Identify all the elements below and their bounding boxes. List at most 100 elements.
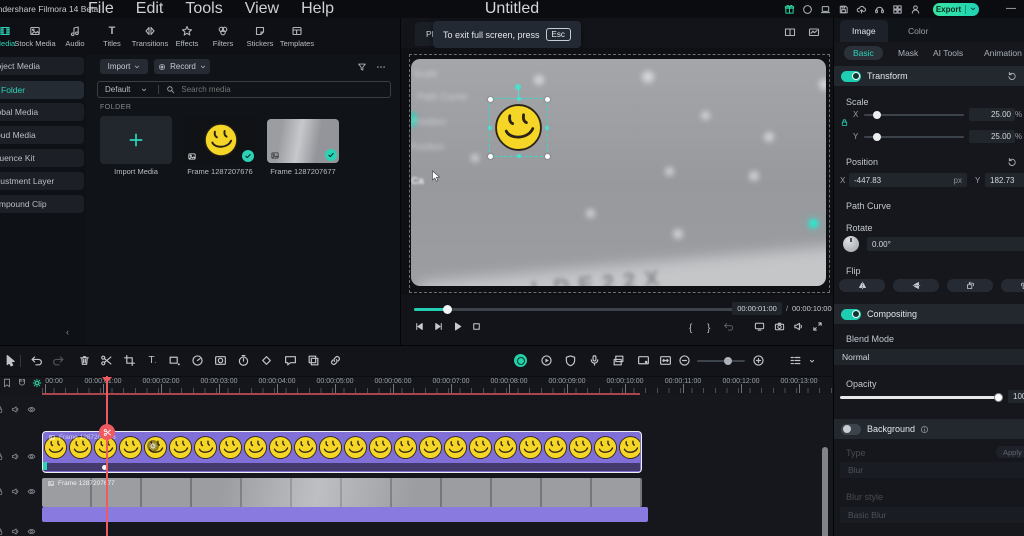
scale-x-slider[interactable] [864,111,964,119]
path-curve-label[interactable]: Path Curve [846,201,891,211]
rotate-dial[interactable] [843,236,859,252]
save-icon[interactable] [838,4,849,15]
track-lock-icon[interactable] [0,405,4,414]
selection-handle-mid[interactable] [488,125,492,130]
compositing-toggle[interactable] [841,308,861,320]
shape-tool-icon[interactable] [168,354,181,367]
marker-icon[interactable] [2,378,12,388]
sidebar-item-folder[interactable]: Folder [0,81,84,99]
track-mute-icon[interactable] [11,405,20,414]
sidebar-item-global-media[interactable]: Global Media [0,103,84,121]
minimize-button[interactable]: — [1006,3,1016,14]
play-preview-icon[interactable] [540,354,553,367]
track-visibility-icon[interactable] [27,452,36,461]
sidebar-item-cloud-media[interactable]: Cloud Media [0,126,84,144]
fullscreen-icon[interactable] [812,321,823,332]
track-manager-icon[interactable] [789,354,802,367]
transform-toggle[interactable] [841,70,861,82]
sidebar-item-influence-kit[interactable]: Influence Kit [0,149,84,167]
video-clip[interactable]: Frame 1287207677 [42,478,642,507]
record-button[interactable]: Record [154,59,210,74]
export-button[interactable]: Export [933,2,979,16]
import-button[interactable]: Import [100,59,148,74]
subtab-animation[interactable]: Animation [984,48,1022,58]
opacity-knob[interactable] [994,393,1003,402]
track-mute-icon[interactable] [11,527,20,536]
link-icon[interactable] [329,354,342,367]
voiceover-mic-icon[interactable] [588,354,601,367]
render-green-icon[interactable] [32,378,42,388]
opacity-value[interactable]: 100 [1008,390,1024,403]
media-tile-frame-1287207676[interactable] [184,116,256,164]
playhead-marker[interactable] [102,377,112,383]
cloud-upload-icon[interactable] [856,4,867,15]
rotate-input[interactable]: 0.00° [867,237,1024,251]
flip-vertical-button[interactable] [893,279,939,292]
redo-icon[interactable] [52,354,65,367]
select-tool-icon[interactable] [4,354,17,367]
search-input[interactable] [179,84,364,95]
seek-knob[interactable] [443,304,452,314]
tab-templates[interactable]: Templates [270,21,324,52]
selection-handle-corner[interactable] [487,96,493,102]
mute-icon[interactable] [793,321,804,332]
track-mute-icon[interactable] [11,452,20,461]
subtab-basic[interactable]: Basic [844,46,883,60]
selection-handle-mid[interactable] [516,154,521,158]
timeline-ruler[interactable]: 00:00 00:00:01:00 00:00:02:00 00:00:03:00 00… [0,376,833,395]
sidebar-item-adjustment-layer[interactable]: Adjustment Layer [0,172,84,190]
zoom-in-icon[interactable] [752,354,765,367]
fit-timeline-icon[interactable] [659,354,672,367]
flip-horizontal-button[interactable] [839,279,885,292]
subtab-mask[interactable]: Mask [898,48,918,58]
speed-icon[interactable] [191,354,204,367]
background-type-dropdown[interactable]: Blur [840,462,1024,478]
chroma-key-icon[interactable] [307,354,320,367]
track-visibility-icon[interactable] [27,405,36,414]
media-tile-import[interactable] [100,116,172,164]
rotate-cw-button[interactable] [1001,279,1024,292]
lock-icon[interactable] [840,118,849,127]
mask-tool-icon[interactable] [214,354,227,367]
keyframe-icon[interactable] [260,354,273,367]
sidebar-collapse-button[interactable]: ‹ [66,327,69,337]
shield-icon[interactable] [564,354,577,367]
reset-icon[interactable] [1007,71,1017,81]
crop-icon[interactable] [123,354,136,367]
track-lock-icon[interactable] [0,487,4,496]
seek-bar[interactable] [414,304,761,314]
position-y-input[interactable]: 182.73 [985,173,1024,187]
support-icon[interactable] [874,4,885,15]
position-x-input[interactable]: -447.83 px [849,173,967,187]
track-lock-icon[interactable] [0,527,4,536]
timeline-zoom-knob[interactable] [724,357,732,365]
selection-handle-mid[interactable] [516,97,521,101]
scale-y-knob[interactable] [873,133,881,141]
background-toggle[interactable] [841,423,861,435]
subtab-ai-tools[interactable]: AI Tools [933,48,963,58]
split-view-icon[interactable] [784,26,796,38]
mark-in-brace[interactable]: { [689,323,692,334]
snapshot-icon[interactable] [774,321,785,332]
sticker-selection-box[interactable] [487,84,550,159]
timeline-zoom-slider[interactable] [697,357,745,365]
gift-icon[interactable] [784,4,795,15]
text-tool-icon[interactable]: T. [146,354,159,367]
opacity-slider[interactable] [840,393,1003,402]
revert-icon[interactable] [723,321,734,332]
previous-frame-icon[interactable] [414,321,425,332]
caret-down-icon[interactable] [808,357,816,365]
apply-to-all-button[interactable]: Apply to All [996,446,1024,458]
selection-handle-corner[interactable] [544,96,550,102]
playhead-line[interactable] [106,376,108,536]
audio-accent-bar[interactable] [42,507,648,522]
clip-settings-gear-icon[interactable] [147,440,159,452]
apps-grid-icon[interactable] [892,4,903,15]
track-mute-icon[interactable] [11,487,20,496]
video-preview[interactable]: LDE22X Scale Path Curve Position Position Ca [411,59,826,286]
selection-handle-corner[interactable] [544,153,550,159]
selection-handle-corner[interactable] [487,153,493,159]
blur-style-dropdown[interactable]: Basic Blur [840,507,1024,523]
more-options-icon[interactable] [376,62,386,72]
scale-y-value[interactable]: 25.00 [969,130,1015,143]
